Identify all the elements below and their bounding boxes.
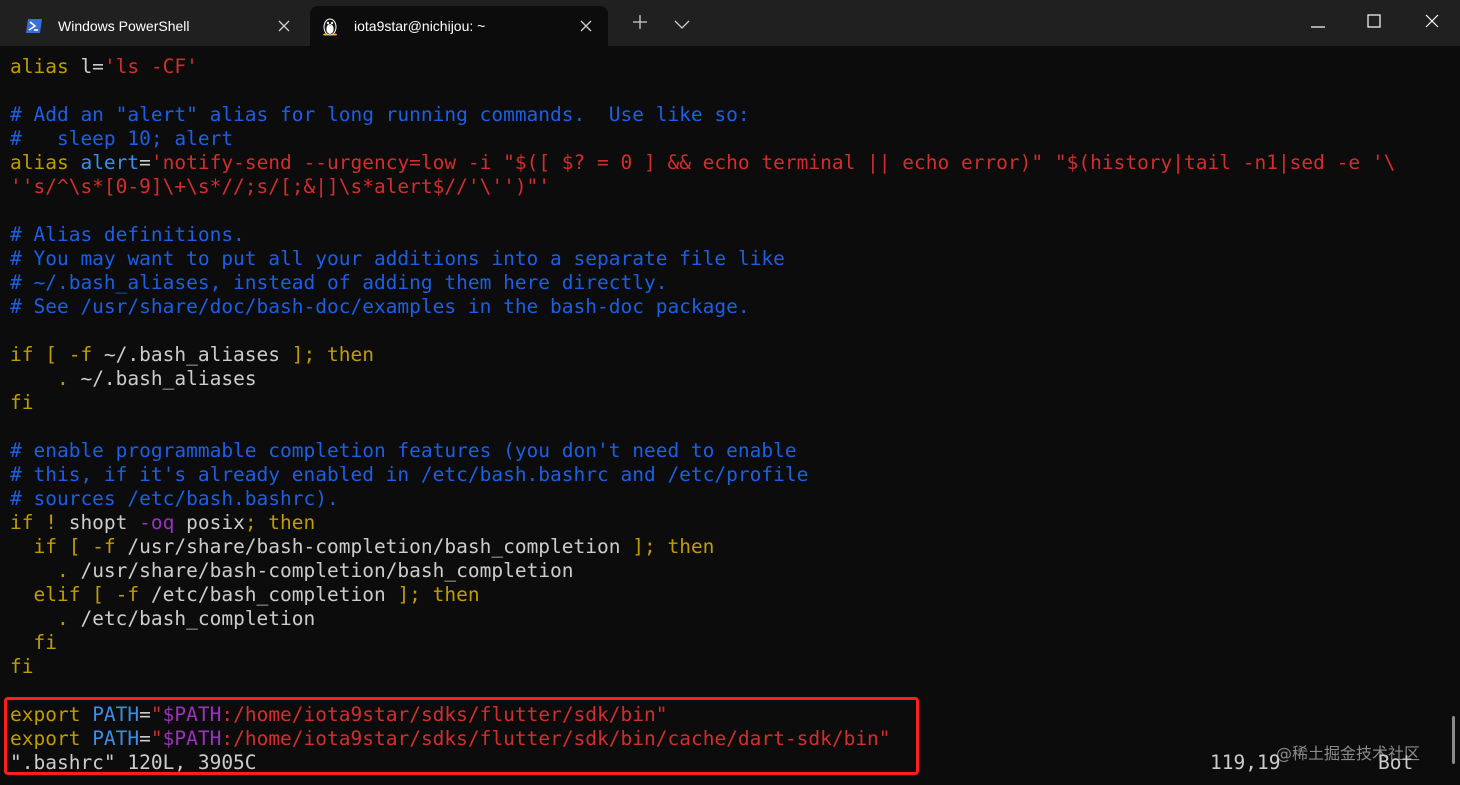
code-line: if [ -f /usr/share/bash-completion/bash_… bbox=[10, 535, 1430, 559]
keyword: . bbox=[10, 607, 81, 630]
terminal-buffer[interactable]: alias l='ls -CF' # Add an "alert" alias … bbox=[10, 55, 1430, 775]
keyword: if [ -f bbox=[10, 343, 104, 366]
code-line: fi bbox=[10, 391, 34, 414]
tab-windows-powershell[interactable]: Windows PowerShell bbox=[14, 6, 306, 46]
keyword: ; then bbox=[244, 511, 316, 534]
code-line: . /etc/bash_completion bbox=[10, 607, 1430, 631]
operator: = bbox=[139, 151, 151, 174]
tab-label: iota9star@nichijou: ~ bbox=[354, 18, 486, 34]
code-line: if ! shopt -oq posix; then bbox=[10, 511, 1430, 535]
close-icon[interactable] bbox=[274, 16, 294, 36]
scrollbar-thumb[interactable] bbox=[1452, 716, 1455, 764]
path: /etc/bash_completion bbox=[80, 607, 316, 630]
path: ~/.bash_aliases bbox=[80, 367, 257, 390]
path: ~/.bash_aliases bbox=[103, 343, 281, 366]
option: -oq bbox=[127, 511, 175, 534]
keyword: elif [ -f bbox=[10, 583, 151, 606]
maximize-icon bbox=[1367, 13, 1381, 32]
comment-line: # ~/.bash_aliases, instead of adding the… bbox=[10, 271, 668, 294]
code-line: alias alert='notify-send --urgency=low -… bbox=[10, 151, 1430, 175]
code-line: elif [ -f /etc/bash_completion ]; then bbox=[10, 583, 1430, 607]
code-line: . ~/.bash_aliases bbox=[10, 367, 1430, 391]
path: /usr/share/bash-completion/bash_completi… bbox=[127, 535, 621, 558]
keyword: alias bbox=[10, 151, 81, 174]
comment-line: # See /usr/share/doc/bash-doc/examples i… bbox=[10, 295, 750, 318]
code-line: fi bbox=[10, 631, 57, 654]
code-line: fi bbox=[10, 655, 34, 678]
identifier: alert bbox=[80, 151, 140, 174]
powershell-icon bbox=[24, 16, 44, 36]
keyword: if ! bbox=[10, 511, 69, 534]
comment-line: # Add an "alert" alias for long running … bbox=[10, 103, 750, 126]
keyword: ]; then bbox=[385, 583, 480, 606]
string: 'ls -CF' bbox=[103, 55, 198, 78]
keyword: alias bbox=[10, 55, 69, 78]
comment-line: # enable programmable completion feature… bbox=[10, 439, 797, 462]
linux-tux-icon bbox=[320, 16, 340, 36]
close-icon[interactable] bbox=[576, 16, 596, 36]
cursor-position: 119,19 bbox=[1210, 751, 1281, 774]
keyword: . bbox=[10, 367, 81, 390]
close-icon bbox=[1425, 13, 1439, 32]
path: /usr/share/bash-completion/bash_completi… bbox=[80, 559, 574, 582]
close-window-button[interactable] bbox=[1404, 0, 1460, 44]
keyword: ]; then bbox=[620, 535, 715, 558]
comment-line: # sources /etc/bash.bashrc). bbox=[10, 487, 339, 510]
title-bar: Windows PowerShell iota9star@nichijou: ~ bbox=[0, 0, 1460, 46]
path: /etc/bash_completion bbox=[150, 583, 386, 606]
maximize-button[interactable] bbox=[1346, 0, 1402, 44]
code-line: ''s/^\s*[0-9]\+\s*//;s/[;&|]\s*alert$//'… bbox=[10, 175, 1430, 199]
tab-dropdown-button[interactable] bbox=[668, 10, 696, 38]
command: shopt bbox=[68, 511, 128, 534]
comment-line: # Alias definitions. bbox=[10, 223, 245, 246]
keyword: if [ -f bbox=[10, 535, 128, 558]
chevron-down-icon bbox=[674, 15, 690, 34]
plus-icon bbox=[632, 14, 648, 34]
comment-line: # sleep 10; alert bbox=[10, 127, 234, 150]
keyword: . bbox=[10, 559, 81, 582]
minimize-icon bbox=[1311, 13, 1325, 32]
new-tab-button[interactable] bbox=[626, 10, 654, 38]
scroll-position: Bot bbox=[1378, 751, 1414, 774]
comment-line: # You may want to put all your additions… bbox=[10, 247, 785, 270]
tab-label: Windows PowerShell bbox=[58, 18, 190, 34]
minimize-button[interactable] bbox=[1290, 0, 1346, 44]
string: 'notify-send --urgency=low -i "$([ $? = … bbox=[150, 151, 1396, 174]
identifier: l= bbox=[68, 55, 104, 78]
code-line: alias l='ls -CF' bbox=[10, 55, 1430, 79]
tab-iota9star-nichijou[interactable]: iota9star@nichijou: ~ bbox=[310, 6, 608, 46]
highlight-box bbox=[4, 697, 919, 775]
code-line: if [ -f ~/.bash_aliases ]; then bbox=[10, 343, 1430, 367]
keyword: ]; then bbox=[280, 343, 374, 366]
string: ''s/^\s*[0-9]\+\s*//;s/[;&|]\s*alert$//'… bbox=[10, 175, 551, 198]
comment-line: # this, if it's already enabled in /etc/… bbox=[10, 463, 809, 486]
argument: posix bbox=[174, 511, 245, 534]
code-line: . /usr/share/bash-completion/bash_comple… bbox=[10, 559, 1430, 583]
